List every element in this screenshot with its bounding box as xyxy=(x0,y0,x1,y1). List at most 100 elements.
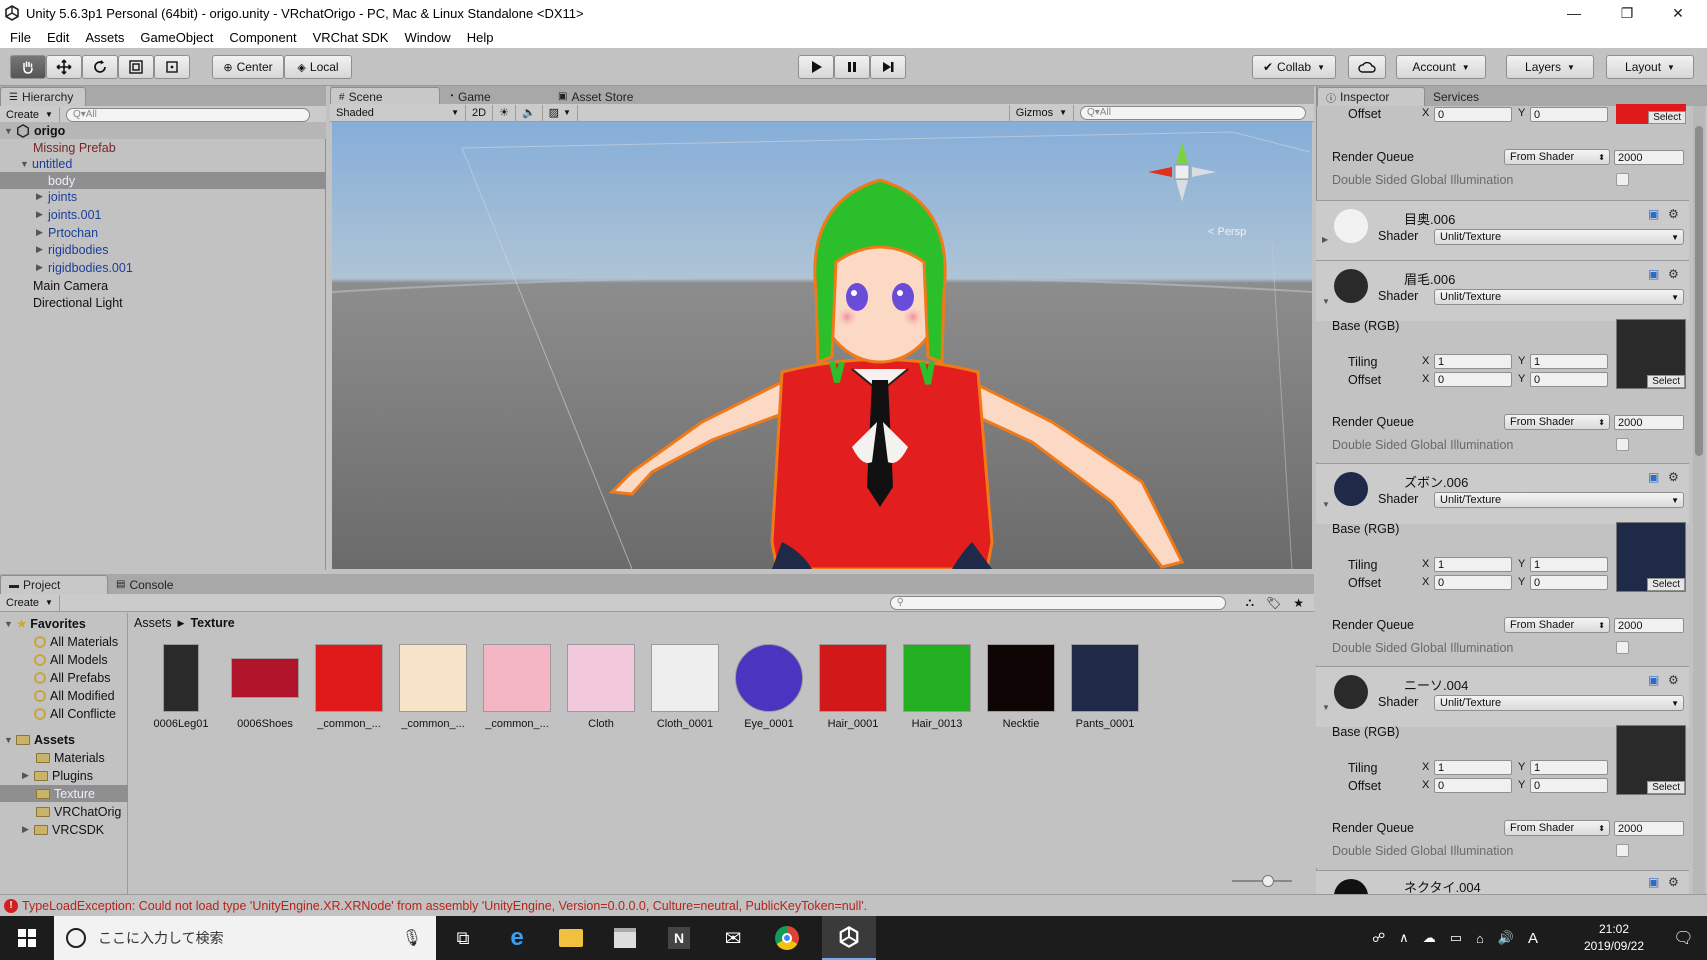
scene-viewport[interactable]: < Persp xyxy=(332,122,1312,569)
favorite-item[interactable]: All Modified xyxy=(34,687,115,704)
favorite-star-icon[interactable]: ★ xyxy=(1293,596,1304,610)
folder-item[interactable]: ▶ Plugins xyxy=(22,767,93,784)
expand-arrow-icon[interactable]: ▼ xyxy=(1322,500,1330,509)
favorite-item[interactable]: All Models xyxy=(34,651,108,668)
collapse-arrow-icon[interactable]: ▶ xyxy=(36,227,48,238)
texture-slot-red[interactable]: Select xyxy=(1616,104,1686,124)
tiling-y-field[interactable]: 1 xyxy=(1530,760,1608,775)
select-texture-button[interactable]: Select xyxy=(1647,781,1685,794)
tiling-y-field[interactable]: 1 xyxy=(1530,557,1608,572)
folder-item[interactable]: Materials xyxy=(36,749,105,766)
hierarchy-item[interactable]: Directional Light xyxy=(0,294,326,311)
tiling-x-field[interactable]: 1 xyxy=(1434,557,1512,572)
tab-hierarchy[interactable]: ☰ Hierarchy xyxy=(0,87,87,106)
collapse-arrow-icon[interactable]: ▶ xyxy=(36,262,48,273)
collapse-arrow-icon[interactable]: ▶ xyxy=(1322,235,1328,244)
offset-x-field[interactable]: 0 xyxy=(1434,575,1512,590)
hierarchy-search-input[interactable]: Q▾All xyxy=(65,107,310,122)
show-hidden-icons-chevron[interactable]: ∧ xyxy=(1399,930,1409,946)
expand-arrow-icon[interactable]: ▼ xyxy=(4,619,16,629)
offset-y-field[interactable]: 0 xyxy=(1530,372,1608,387)
menu-window[interactable]: Window xyxy=(396,30,458,45)
pivot-local-button[interactable]: ◈ Local xyxy=(284,55,352,79)
asset-item[interactable]: _common_... xyxy=(310,644,388,730)
shader-dropdown[interactable]: Unlit/Texture ▼ xyxy=(1434,695,1684,711)
microphone-icon[interactable]: 🎙 xyxy=(402,928,422,948)
book-icon[interactable]: ▣ xyxy=(1648,470,1659,484)
network-icon[interactable]: ⌂ xyxy=(1476,931,1484,946)
chrome-button[interactable] xyxy=(760,916,814,960)
expand-arrow-icon[interactable]: ▼ xyxy=(1322,703,1330,712)
2d-toggle[interactable]: 2D xyxy=(466,104,494,121)
ime-indicator[interactable]: A xyxy=(1528,930,1538,947)
layout-dropdown[interactable]: Layout ▼ xyxy=(1606,55,1694,79)
gizmos-dropdown[interactable]: Gizmos ▼ xyxy=(1008,104,1074,121)
render-queue-field[interactable]: 2000 xyxy=(1614,415,1684,430)
offset-y-field[interactable]: 0 xyxy=(1530,778,1608,793)
hierarchy-item-selected[interactable]: body xyxy=(0,172,326,189)
favorite-item[interactable]: All Prefabs xyxy=(34,669,110,686)
layers-dropdown[interactable]: Layers ▼ xyxy=(1506,55,1594,79)
step-button[interactable] xyxy=(870,55,906,79)
offset-x-field[interactable]: 0 xyxy=(1434,778,1512,793)
asset-item[interactable]: 0006Shoes xyxy=(226,644,304,730)
task-view-button[interactable]: ⧉ xyxy=(436,916,490,960)
hierarchy-item[interactable]: ▶ Prtochan xyxy=(0,224,326,241)
base-texture-slot[interactable]: Select xyxy=(1616,319,1686,389)
dsgi-checkbox[interactable] xyxy=(1616,641,1629,654)
dsgi-checkbox[interactable] xyxy=(1616,844,1629,857)
assets-header[interactable]: ▼ Assets xyxy=(0,731,75,748)
shader-dropdown[interactable]: Unlit/Texture ▼ xyxy=(1434,492,1684,508)
render-queue-field[interactable]: 2000 xyxy=(1614,618,1684,633)
collab-dropdown[interactable]: ✔ Collab ▼ xyxy=(1252,55,1336,79)
folder-item[interactable]: VRChatOrig xyxy=(36,803,121,820)
gear-icon[interactable]: ⚙ xyxy=(1668,207,1679,221)
slider-thumb[interactable] xyxy=(1262,875,1274,887)
expand-arrow-icon[interactable]: ▼ xyxy=(1322,297,1330,306)
asset-item[interactable]: 0006Leg01 xyxy=(142,644,220,730)
asset-item[interactable]: Necktie xyxy=(982,644,1060,730)
book-icon[interactable]: ▣ xyxy=(1648,875,1659,889)
base-texture-slot[interactable]: Select xyxy=(1616,725,1686,795)
book-icon[interactable]: ▣ xyxy=(1648,207,1659,221)
render-queue-dropdown[interactable]: From Shader ⬍ xyxy=(1504,414,1610,430)
rotate-tool-button[interactable] xyxy=(82,55,118,79)
rect-tool-button[interactable] xyxy=(154,55,190,79)
render-queue-field[interactable]: 2000 xyxy=(1614,821,1684,836)
offset-y-field[interactable]: 0 xyxy=(1530,575,1608,590)
audio-toggle[interactable]: 🔈 xyxy=(516,104,543,121)
tiling-x-field[interactable]: 1 xyxy=(1434,760,1512,775)
thumbnail-size-slider[interactable] xyxy=(1232,875,1292,887)
minimize-button[interactable]: — xyxy=(1551,0,1597,26)
dsgi-checkbox[interactable] xyxy=(1616,173,1629,186)
favorite-item[interactable]: All Materials xyxy=(34,633,118,650)
hierarchy-create-button[interactable]: Create ▼ xyxy=(0,106,60,123)
action-center-button[interactable]: 🗨 xyxy=(1660,916,1707,960)
status-bar[interactable]: ! TypeLoadException: Could not load type… xyxy=(0,894,1707,916)
project-search-input[interactable]: ⚲ xyxy=(889,595,1226,610)
render-queue-field[interactable]: 2000 xyxy=(1614,150,1684,165)
asset-item[interactable]: Hair_0013 xyxy=(898,644,976,730)
collapse-arrow-icon[interactable]: ▶ xyxy=(22,824,34,835)
restore-button[interactable]: ❐ xyxy=(1604,0,1650,26)
material-header[interactable]: 目奥.006 ▣ ⚙ ▶ Shader Unlit/Texture ▼ xyxy=(1316,200,1689,260)
menu-file[interactable]: File xyxy=(2,30,39,45)
tab-console[interactable]: ▤ Console xyxy=(108,575,185,594)
asset-item[interactable]: Cloth xyxy=(562,644,640,730)
tab-inspector[interactable]: ⓘ Inspector xyxy=(1317,87,1425,106)
expand-arrow-icon[interactable]: ▼ xyxy=(20,159,32,169)
pivot-center-button[interactable]: ⊕ Center xyxy=(212,55,284,79)
offset-x-field[interactable]: 0 xyxy=(1434,372,1512,387)
explorer-button[interactable] xyxy=(544,916,598,960)
shader-dropdown[interactable]: Unlit/Texture ▼ xyxy=(1434,229,1684,245)
offset-y-field[interactable]: 0 xyxy=(1530,107,1608,122)
scene-root-row[interactable]: ▼ origo xyxy=(0,122,326,139)
breadcrumb-texture[interactable]: Texture xyxy=(190,616,234,631)
render-queue-dropdown[interactable]: From Shader ⬍ xyxy=(1504,820,1610,836)
tab-project[interactable]: ▬ Project xyxy=(0,575,108,594)
favorite-item[interactable]: All Conflicte xyxy=(34,705,116,722)
hierarchy-item[interactable]: ▶ rigidbodies xyxy=(0,241,326,258)
menu-assets[interactable]: Assets xyxy=(77,30,132,45)
collapse-arrow-icon[interactable]: ▶ xyxy=(36,244,48,255)
projection-label[interactable]: < Persp xyxy=(1208,226,1246,238)
